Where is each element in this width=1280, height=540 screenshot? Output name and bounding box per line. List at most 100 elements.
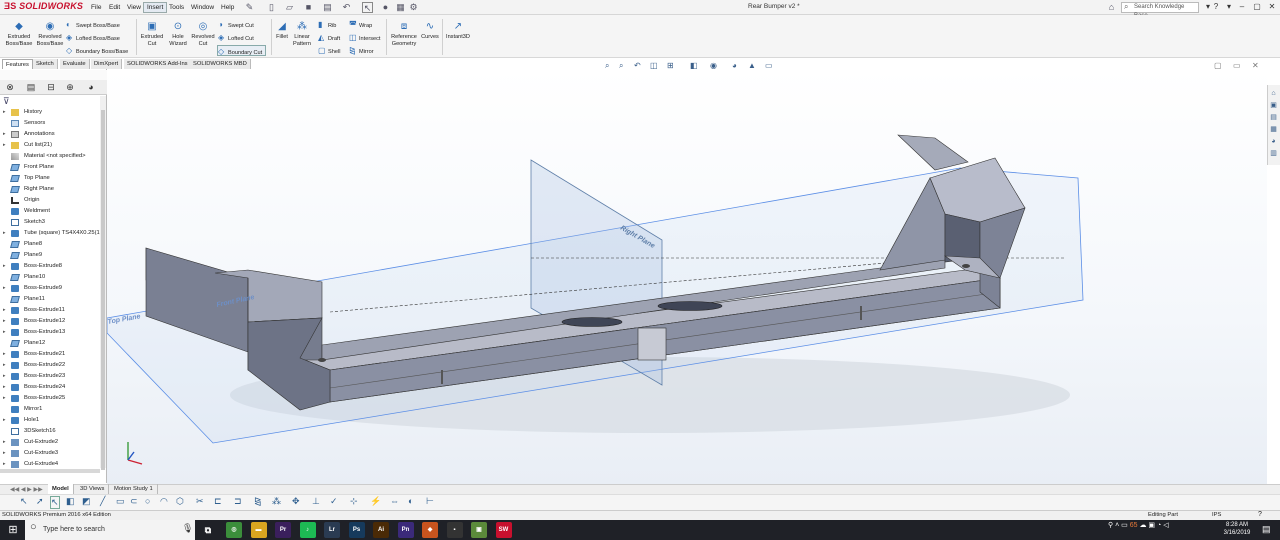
convert-icon[interactable]: ⊏ (214, 496, 222, 507)
select-active-icon[interactable]: ↖ (50, 496, 60, 509)
expand-arrow-icon[interactable]: ▸ (3, 129, 6, 140)
expand-arrow-icon[interactable]: ▸ (3, 305, 6, 316)
right-box-inner[interactable] (944, 213, 981, 263)
taskbar-clock[interactable]: 8:28 AM 3/16/2019 (1222, 521, 1252, 537)
taskbar-app-illustrator[interactable]: Ai (373, 522, 389, 538)
panel-scrollbar-thumb[interactable] (101, 110, 105, 470)
quick-snaps-icon[interactable]: ⊹ (350, 496, 358, 507)
custom-properties-icon[interactable]: ▥ (1269, 149, 1278, 158)
taskbar-app-premiere-rush[interactable]: Pn (397, 522, 414, 538)
keyboard-icon[interactable]: ▭ (1121, 522, 1128, 529)
display-manager-tab-icon[interactable]: ◕ (82, 81, 100, 94)
tree-item[interactable]: ▸ Boss-Extrude24 (0, 382, 100, 393)
pattern-icon[interactable]: ⁂ (272, 496, 281, 507)
relations-icon[interactable]: ⊥ (312, 496, 320, 507)
status-help-icon[interactable]: ? (1258, 510, 1262, 520)
expand-arrow-icon[interactable]: ▸ (3, 140, 6, 151)
tab-motion-study[interactable]: Motion Study 1 (110, 484, 158, 494)
tree-item[interactable]: ▸ Tube (square) TS4X4X0.25(1) (0, 228, 102, 239)
viewport-minimize-icon[interactable]: ▢ (1214, 61, 1222, 70)
circle-icon[interactable]: ○ (145, 496, 150, 506)
panel-hscrollbar[interactable] (0, 469, 100, 473)
tree-item[interactable]: Plane12 (0, 338, 100, 349)
repair-icon[interactable]: ✓ (330, 496, 338, 507)
expand-arrow-icon[interactable]: ▸ (3, 437, 6, 448)
tree-item[interactable]: ▸ Cut list(21) (0, 140, 100, 151)
tree-item[interactable]: ▸ Boss-Extrude13 (0, 327, 100, 338)
view-palette-icon[interactable]: ▦ (1269, 125, 1278, 134)
expand-arrow-icon[interactable]: ▸ (3, 316, 6, 327)
network-icon[interactable]: ◔ (1157, 522, 1161, 529)
shaded-contours-icon[interactable]: ◐ (408, 496, 413, 506)
dimxpert-tab-icon[interactable]: ⊕ (61, 81, 79, 94)
tree-item[interactable]: Mirror1 (0, 404, 100, 415)
expand-arrow-icon[interactable]: ▸ (3, 107, 6, 118)
tree-item[interactable]: Sketch3 (0, 217, 100, 228)
configurationmanager-tab-icon[interactable]: ⊟ (42, 81, 60, 94)
expand-arrow-icon[interactable]: ▸ (3, 228, 6, 239)
rectangle-icon[interactable]: ▭ (116, 496, 125, 507)
rapid-sketch-icon[interactable]: ⚡ (370, 496, 381, 507)
tree-item[interactable]: ▸ Annotations (0, 129, 100, 140)
appearances-icon[interactable]: ◕ (1269, 137, 1278, 146)
viewport-restore-icon[interactable]: ▭ (1233, 61, 1241, 70)
expand-arrow-icon[interactable]: ▸ (3, 261, 6, 272)
tree-item[interactable]: Sensors (0, 118, 100, 129)
select-tool-icon[interactable]: ↖ (20, 496, 28, 507)
tree-item[interactable]: Plane10 (0, 272, 100, 283)
smart-dimension-icon[interactable]: ◩ (82, 496, 91, 507)
notifications-icon[interactable]: ▤ (1262, 524, 1271, 535)
solidworks-resources-icon[interactable]: ⌂ (1269, 89, 1278, 98)
tray-chevron-icon[interactable]: ˄ (1115, 522, 1119, 529)
polygon-icon[interactable]: ⬡ (176, 496, 184, 507)
trim-icon[interactable]: ✂ (196, 496, 204, 507)
taskbar-app-premiere[interactable]: Pr (275, 522, 291, 538)
taskbar-app-fusion[interactable]: ◆ (422, 522, 438, 538)
pointer-icon[interactable]: ➚ (36, 496, 44, 507)
expand-arrow-icon[interactable]: ▸ (3, 415, 6, 426)
edit-appearance-icon[interactable]: ◕ (732, 61, 737, 70)
dynamic-annotation-icon[interactable]: ⊞ (667, 61, 674, 70)
zoom-to-fit-icon[interactable]: ⌕ (605, 61, 609, 71)
taskbar-app-lightroom[interactable]: Lr (324, 522, 340, 538)
expand-arrow-icon[interactable]: ▸ (3, 371, 6, 382)
slot-cutout[interactable] (561, 317, 623, 327)
tree-item[interactable]: ▸ Boss-Extrude25 (0, 393, 100, 404)
tree-item[interactable]: ▸ History (0, 107, 100, 118)
sketch-icon[interactable]: ◧ (66, 496, 75, 507)
tree-item[interactable]: ▸ Boss-Extrude21 (0, 349, 100, 360)
tab-scroll-arrows-icon[interactable]: ◀◀ ◀ ▶ ▶▶ (10, 486, 43, 493)
taskbar-app-solidworks[interactable]: SW (495, 522, 512, 538)
tree-item[interactable]: Front Plane (0, 162, 100, 173)
propertymanager-tab-icon[interactable]: ▤ (22, 81, 40, 94)
right-tab[interactable] (897, 134, 969, 171)
tree-item[interactable]: Right Plane (0, 184, 100, 195)
taskbar-app-file-explorer[interactable]: ▬ (250, 522, 267, 538)
tree-item[interactable]: Top Plane (0, 173, 100, 184)
tree-item[interactable]: Plane8 (0, 239, 100, 250)
zoom-area-icon[interactable]: ⌕ (619, 61, 623, 71)
tree-item[interactable]: ▸ Hole1 (0, 415, 100, 426)
tree-item[interactable]: Weldment (0, 206, 100, 217)
move-icon[interactable]: ✥ (292, 496, 300, 507)
file-explorer-icon[interactable]: ▤ (1269, 113, 1278, 122)
hide-show-items-icon[interactable]: ◉ (710, 61, 717, 70)
tree-item[interactable]: Origin (0, 195, 100, 206)
expand-arrow-icon[interactable]: ▸ (3, 448, 6, 459)
task-view-icon[interactable]: ⧉ (200, 522, 216, 538)
tree-item[interactable]: ▸ Boss-Extrude11 (0, 305, 100, 316)
expand-arrow-icon[interactable]: ▸ (3, 393, 6, 404)
tree-item[interactable]: ▸ Boss-Extrude23 (0, 371, 100, 382)
microphone-icon[interactable]: 🎙 (182, 523, 193, 534)
tree-item[interactable]: ▸ Cut-Extrude2 (0, 437, 100, 448)
tree-item[interactable]: ▸ Boss-Extrude8 (0, 261, 100, 272)
taskbar-app-chrome[interactable]: ◎ (226, 522, 242, 538)
offset-icon[interactable]: ⊐ (234, 496, 242, 507)
expand-arrow-icon[interactable]: ▸ (3, 327, 6, 338)
weather-badge[interactable]: 65 (1130, 522, 1138, 529)
start-icon[interactable]: ⊞ (6, 523, 20, 537)
taskbar-app-app[interactable]: ▪ (446, 522, 463, 538)
volume-icon[interactable]: ◁ (1163, 522, 1168, 529)
monitor-icon[interactable]: ▣ (1148, 522, 1155, 529)
taskbar-app-photoshop[interactable]: Ps (348, 522, 365, 538)
